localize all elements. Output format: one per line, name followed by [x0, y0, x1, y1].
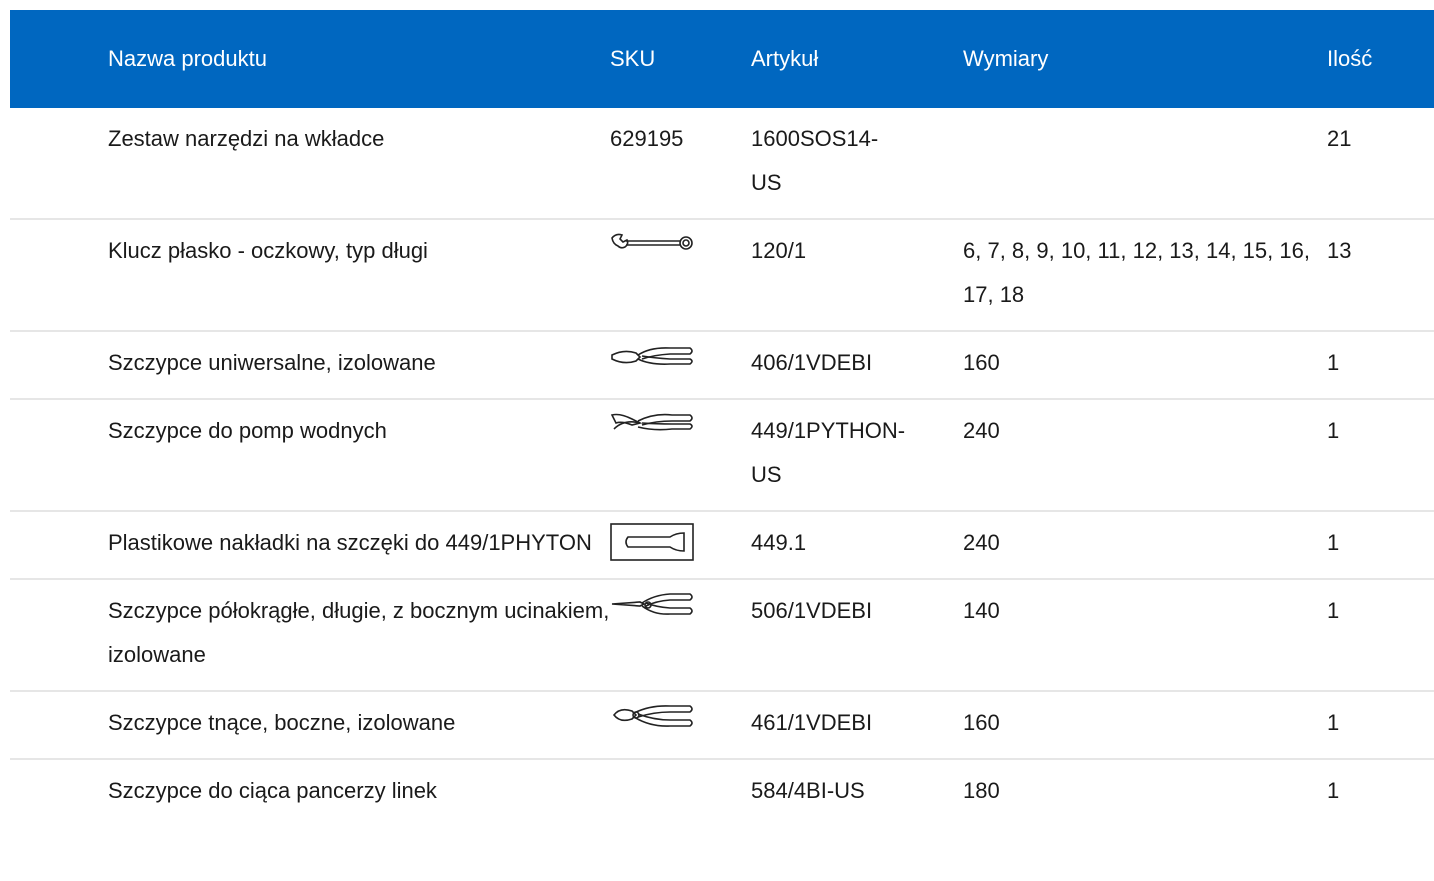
product-name: Szczypce do ciąca pancerzy linek — [108, 778, 437, 803]
article-part-1: 449/1PYTHON- — [751, 418, 906, 443]
sku-cell — [610, 701, 751, 743]
product-quantity: 1 — [1327, 598, 1340, 623]
product-dimensions: 240 — [963, 530, 1000, 555]
header-dimensions: Wymiary — [963, 46, 1049, 71]
combination-pliers-icon — [610, 343, 694, 383]
product-dimensions: 140 — [963, 598, 1000, 623]
jaw-cover-icon — [610, 523, 694, 563]
table-row: Szczypce uniwersalne, izolowane 406/1VDE… — [10, 332, 1434, 400]
product-quantity: 1 — [1327, 418, 1340, 443]
table-header: Nazwa produktu SKU Artykuł Wymiary Ilość — [10, 10, 1434, 108]
table-row: Zestaw narzędzi na wkładce 629195 1600SO… — [10, 108, 1434, 220]
table-row: Szczypce do pomp wodnych 449/1PYTHON- US … — [10, 400, 1434, 512]
long-nose-pliers-icon — [610, 591, 694, 631]
product-name: Plastikowe nakładki na szczęki do 449/1P… — [108, 530, 592, 555]
product-article: 120/1 — [751, 238, 807, 263]
product-article: 584/4BI-US — [751, 778, 865, 803]
product-name: Szczypce półokrągłe, długie, z bocznym u… — [108, 598, 610, 667]
product-quantity: 21 — [1327, 126, 1352, 151]
product-quantity: 1 — [1327, 710, 1340, 735]
header-article: Artykuł — [751, 46, 819, 71]
product-article: 1600SOS14- US — [751, 117, 963, 205]
product-name: Szczypce do pomp wodnych — [108, 418, 387, 443]
product-name: Zestaw narzędzi na wkładce — [108, 126, 385, 151]
table-row: Klucz płasko - oczkowy, typ długi 120/1 … — [10, 220, 1434, 332]
product-name: Klucz płasko - oczkowy, typ długi — [108, 238, 428, 263]
sku-cell — [610, 341, 751, 383]
product-dimensions: 180 — [963, 778, 1000, 803]
article-part-1: 1600SOS14- — [751, 126, 879, 151]
combination-wrench-icon — [610, 231, 694, 271]
table-row: Plastikowe nakładki na szczęki do 449/1P… — [10, 512, 1434, 580]
product-sku: 629195 — [610, 126, 684, 151]
side-cutter-icon — [610, 703, 694, 743]
header-sku: SKU — [610, 46, 656, 71]
article-part-2: US — [751, 170, 782, 195]
table-row: Szczypce półokrągłe, długie, z bocznym u… — [10, 580, 1434, 692]
sku-cell — [610, 229, 751, 271]
product-dimensions: 160 — [963, 350, 1000, 375]
sku-cell — [610, 589, 751, 631]
header-quantity: Ilość — [1327, 46, 1373, 71]
product-dimensions: 240 — [963, 418, 1000, 443]
sku-cell — [610, 409, 751, 451]
product-article: 406/1VDEBI — [751, 350, 873, 375]
product-name: Szczypce uniwersalne, izolowane — [108, 350, 436, 375]
product-article: 449/1PYTHON- US — [751, 409, 963, 497]
product-quantity: 1 — [1327, 530, 1340, 555]
product-quantity: 1 — [1327, 350, 1340, 375]
article-part-2: US — [751, 462, 782, 487]
product-name: Szczypce tnące, boczne, izolowane — [108, 710, 456, 735]
product-dimensions: 6, 7, 8, 9, 10, 11, 12, 13, 14, 15, 16, … — [963, 238, 1310, 307]
header-name: Nazwa produktu — [108, 46, 267, 71]
product-quantity: 1 — [1327, 778, 1340, 803]
table-row: Szczypce tnące, boczne, izolowane 461/1V… — [10, 692, 1434, 760]
product-article: 449.1 — [751, 530, 807, 555]
product-quantity: 13 — [1327, 238, 1352, 263]
product-article: 461/1VDEBI — [751, 710, 873, 735]
sku-cell — [610, 521, 751, 563]
table-row: Szczypce do ciąca pancerzy linek 584/4BI… — [10, 760, 1434, 826]
product-dimensions: 160 — [963, 710, 1000, 735]
water-pump-pliers-icon — [610, 411, 694, 451]
product-table: Nazwa produktu SKU Artykuł Wymiary Ilość… — [10, 10, 1434, 826]
product-article: 506/1VDEBI — [751, 598, 873, 623]
